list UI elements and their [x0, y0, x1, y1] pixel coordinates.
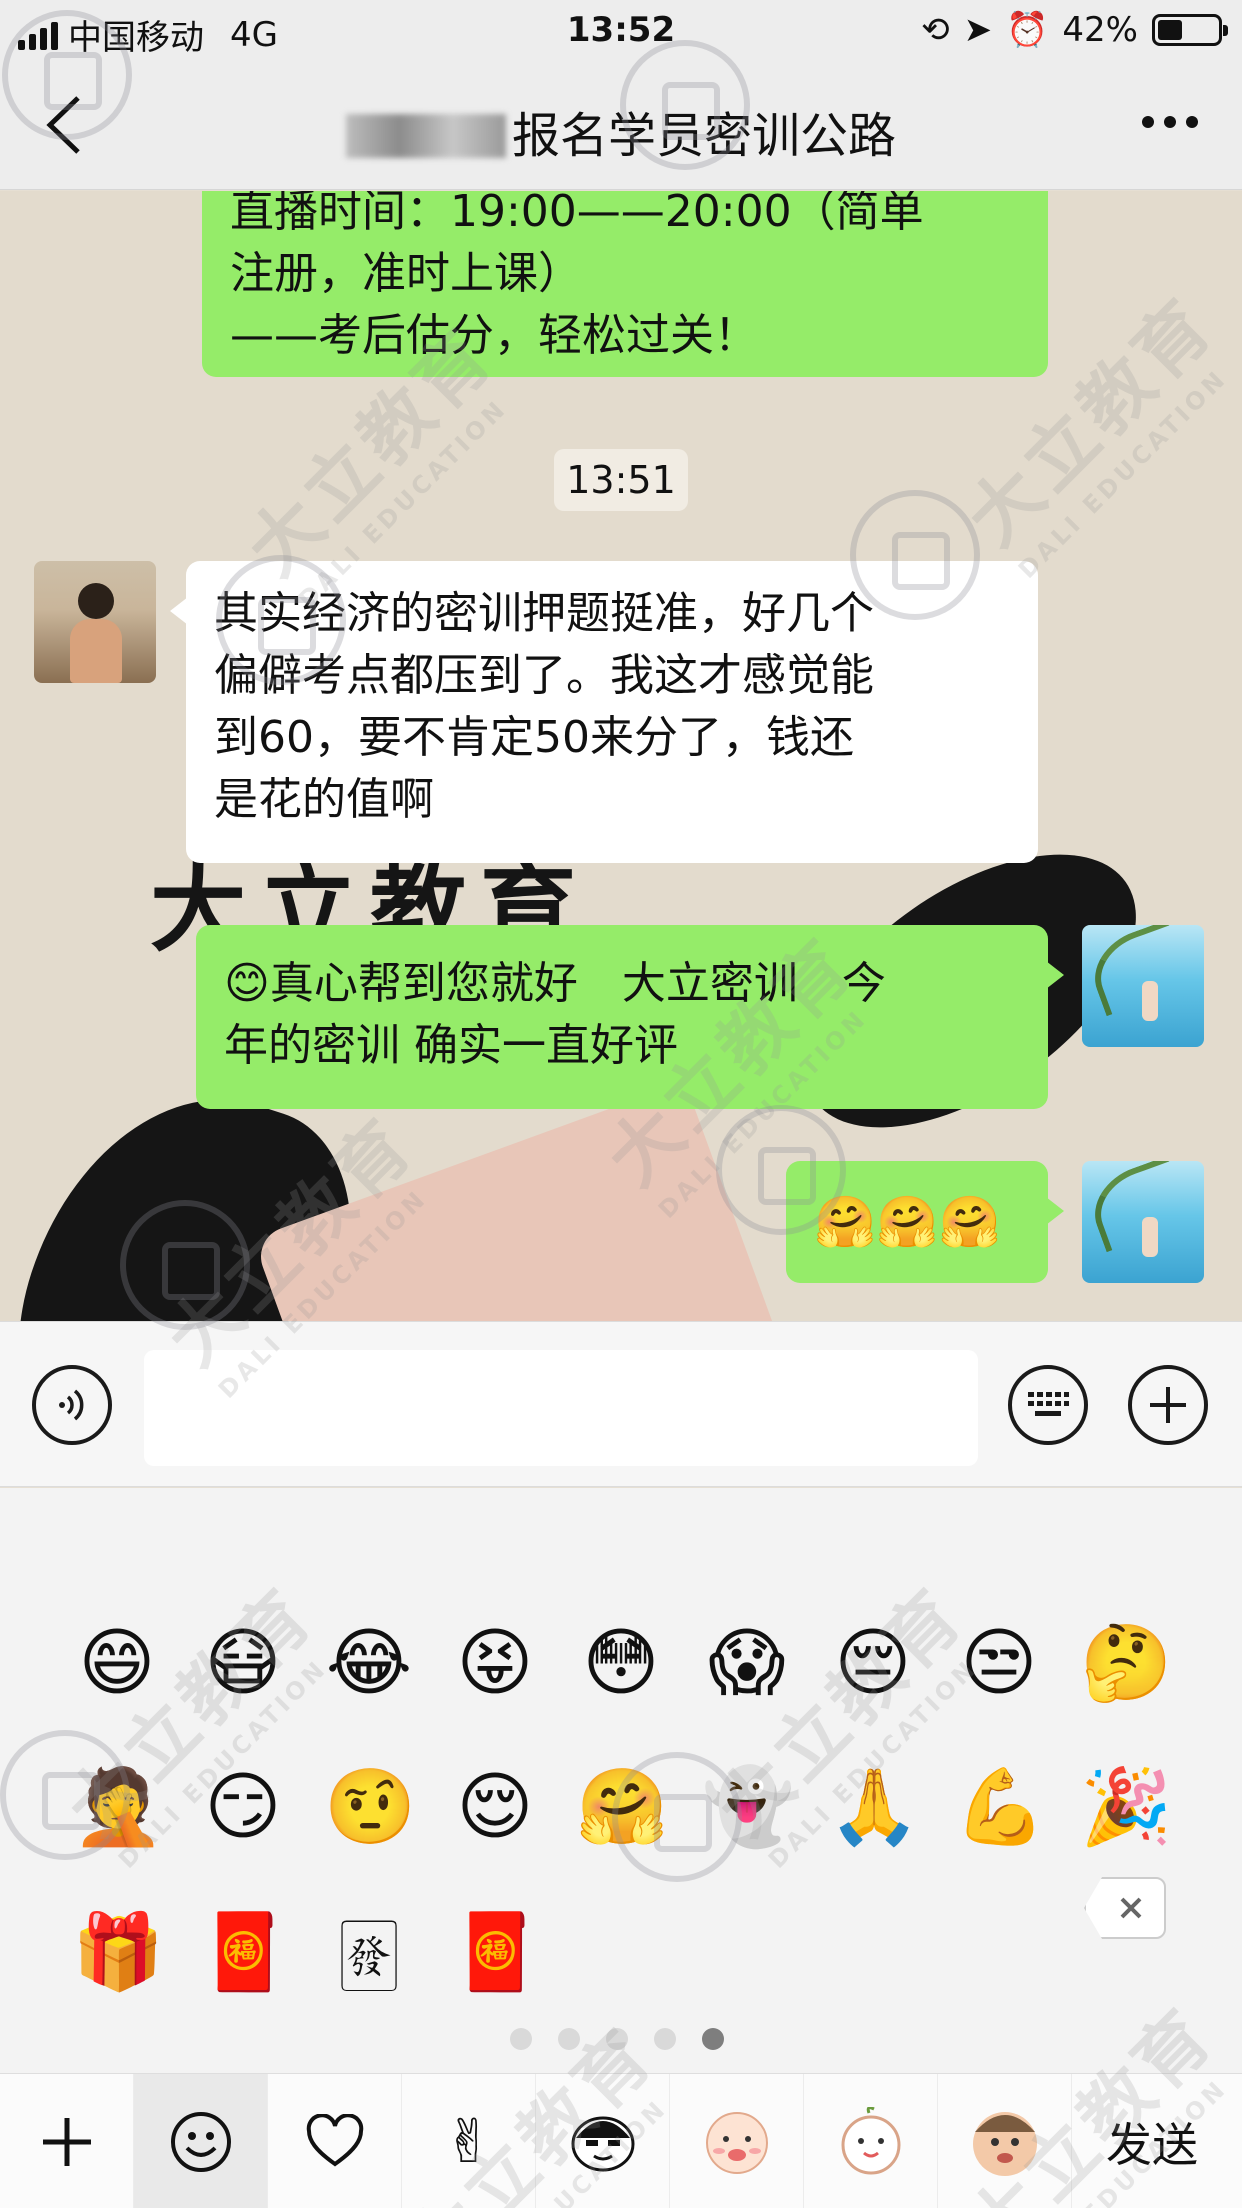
emoji-key[interactable]: 🧧 — [198, 1907, 290, 1997]
message-line: 😊真心帮到您就好 大立密训 今 — [224, 958, 886, 1009]
battery-icon — [1152, 14, 1228, 46]
page-dot[interactable] — [654, 2028, 676, 2050]
emoji-key[interactable]: 😏 — [198, 1762, 288, 1852]
emoji-key[interactable]: 😌 — [450, 1762, 540, 1852]
message-line: 偏僻考点都压到了。我这才感觉能 — [214, 650, 874, 701]
battery-percent: 42% — [1062, 10, 1138, 50]
emoji-key[interactable]: 🙏 — [828, 1762, 920, 1852]
keyboard-icon[interactable] — [1008, 1365, 1088, 1445]
emoji-key[interactable]: 😄 — [72, 1618, 162, 1708]
emoji-key[interactable]: 🤨 — [324, 1762, 416, 1852]
voice-icon[interactable] — [32, 1365, 112, 1445]
emoji-key[interactable]: 🤦 — [72, 1762, 164, 1852]
plus-icon[interactable] — [1128, 1365, 1208, 1445]
peace-hand-icon[interactable]: ✌ — [402, 2074, 536, 2208]
add-sticker-icon[interactable] — [0, 2074, 134, 2208]
baby-sticker-icon[interactable] — [670, 2074, 804, 2208]
emoji-key[interactable]: 👻 — [702, 1762, 794, 1852]
emoji-key[interactable]: 🤔 — [1080, 1618, 1172, 1708]
emoji-key[interactable]: 😂 — [324, 1618, 414, 1708]
more-dots-icon[interactable] — [1142, 116, 1198, 128]
alarm-icon: ⏰ — [1006, 10, 1049, 50]
bear-sticker-icon[interactable] — [804, 2074, 938, 2208]
emoji-key[interactable]: 😝 — [450, 1618, 540, 1708]
emoji-key[interactable]: 🎁 — [72, 1907, 164, 1997]
avatar[interactable] — [1082, 925, 1204, 1047]
page-dot[interactable] — [702, 2028, 724, 2050]
emoji-key[interactable]: 😷 — [198, 1618, 288, 1708]
emoji-key[interactable]: 😒 — [954, 1618, 1044, 1708]
send-button[interactable]: 发送 — [1062, 2074, 1242, 2208]
emoji-key[interactable]: 💪 — [954, 1762, 1046, 1852]
chat-title-text: 报名学员密训公路 — [511, 108, 896, 164]
message-bubble-sent[interactable]: 🤗🤗🤗 — [786, 1161, 1064, 1283]
message-bubble-received[interactable]: 其实经济的密训押题挺准，好几个 偏僻考点都压到了。我这才感觉能 到60，要不肯定… — [170, 561, 1038, 863]
emoji-key[interactable]: 🧧 — [450, 1907, 542, 1997]
message-input[interactable] — [144, 1350, 978, 1466]
message-line: 是花的值啊 — [214, 774, 434, 825]
message-line: 年的密训 确实一直好评 — [224, 1020, 678, 1071]
blurred-name — [345, 114, 506, 158]
timestamp: 13:51 — [554, 449, 688, 511]
emoji-key[interactable]: 🀅 — [324, 1907, 414, 1997]
emoji-key[interactable]: 🤗 — [576, 1762, 668, 1852]
page-dot[interactable] — [510, 2028, 532, 2050]
page-dot[interactable] — [558, 2028, 580, 2050]
message-bubble-sent[interactable]: 😊真心帮到您就好 大立密训 今 年的密训 确实一直好评 — [196, 925, 1064, 1109]
emoji-page-indicator[interactable] — [510, 2028, 724, 2050]
avatar[interactable] — [1082, 1161, 1204, 1283]
message-line: 直播时间：19:00——20:00（简单 — [230, 191, 924, 237]
emoji-key[interactable]: 😔 — [828, 1618, 918, 1708]
message-line: ——考后估分，轻松过关！ — [230, 310, 758, 361]
message-line: 注册，准时上课） — [230, 248, 582, 299]
message-bubble-sent[interactable]: 直播时间：19:00——20:00（简单 注册，准时上课） ——考后估分，轻松过… — [202, 191, 1048, 377]
chat-header: 报名学员密训公路 — [0, 60, 1242, 190]
backspace-icon[interactable] — [1084, 1877, 1166, 1939]
emoji-panel: 😄 😷 😂 😝 😳 😱 😔 😒 🤔 🤦 😏 🤨 😌 🤗 👻 🙏 💪 🎉 🎁 🧧 🀅 🧧 — [0, 1488, 1242, 2073]
message-line: 到60，要不肯定50来分了，钱还 — [214, 712, 854, 763]
location-icon: ➤ — [963, 10, 993, 50]
sticker-toolbar: ✌ 发送 — [0, 2073, 1242, 2208]
page-dot[interactable] — [606, 2028, 628, 2050]
input-bar — [0, 1321, 1242, 1487]
chat-title: 报名学员密训公路 — [0, 96, 1242, 166]
heart-icon[interactable] — [268, 2074, 402, 2208]
message-line: 其实经济的密训押题挺准，好几个 — [214, 588, 874, 639]
avatar[interactable] — [34, 561, 156, 683]
sticker-face-icon[interactable] — [536, 2074, 670, 2208]
emoji-key[interactable]: 🎉 — [1080, 1762, 1172, 1852]
emoji-key[interactable]: 😱 — [702, 1618, 792, 1708]
chat-area[interactable]: 大立教育 直播时间：19:00——20:00（简单 注册，准时上课） ——考后估… — [0, 191, 1242, 1321]
baby-photo-sticker-icon[interactable] — [938, 2074, 1072, 2208]
smiley-icon[interactable] — [134, 2074, 268, 2208]
emoji-key[interactable]: 😳 — [576, 1618, 666, 1708]
status-bar: 中国移动 4G 13:52 ⟲ ➤ ⏰ 42% — [0, 0, 1242, 60]
message-emoji: 🤗🤗🤗 — [814, 1193, 1001, 1251]
rotation-lock-icon: ⟲ — [921, 10, 950, 50]
